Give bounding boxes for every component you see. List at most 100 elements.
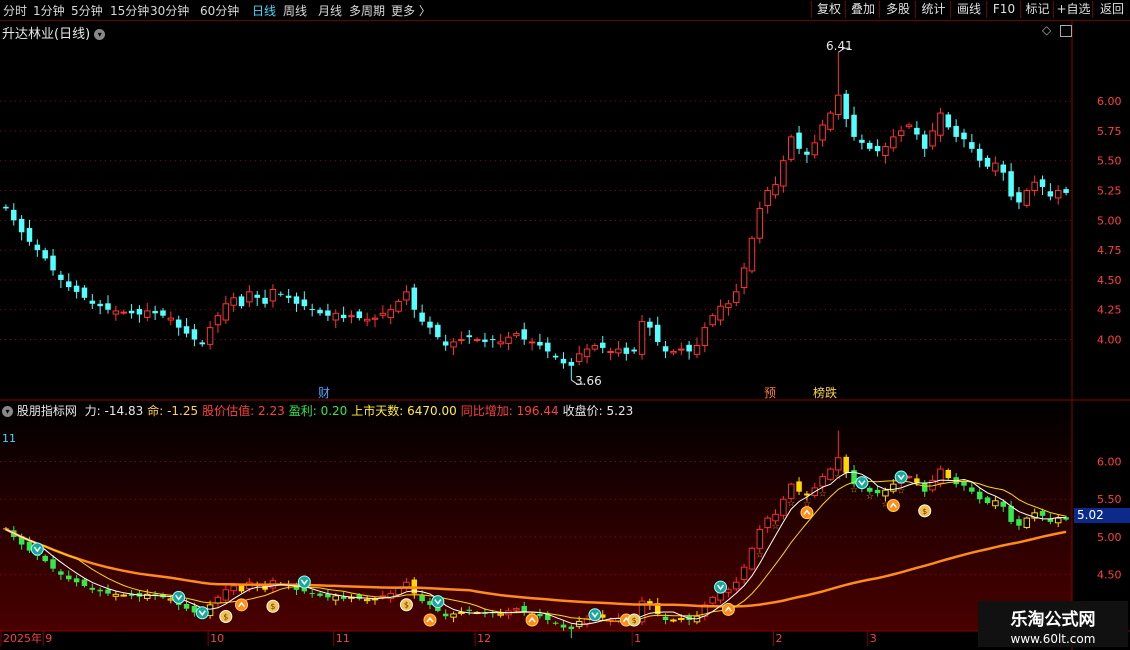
sub-candle-113 — [890, 483, 897, 492]
main-candle-10 — [81, 287, 88, 298]
toolbar-tab-0[interactable]: 分时 — [3, 2, 27, 19]
kline-chart[interactable]: 4.00 4.25 4.50 4.75 5.00 5.25 5.50 5.75 6.00 4.50… — [0, 20, 1130, 650]
main-candle-7 — [58, 274, 64, 280]
main-candle-105 — [827, 112, 834, 130]
main-candle-132 — [1039, 179, 1046, 187]
sub-candle-104 — [819, 476, 826, 487]
main-candle-73 — [575, 353, 583, 362]
main-candle-104 — [819, 124, 826, 141]
main-candle-18 — [144, 310, 151, 318]
buy-signal-icon-0 — [235, 598, 249, 612]
main-candle-72 — [568, 361, 575, 366]
main-candle-48 — [379, 312, 387, 316]
main-candle-6 — [50, 255, 56, 271]
y-tick-sub-2: 5.50 — [1097, 493, 1122, 506]
toolbar-btn-8[interactable]: 返回 — [1092, 1, 1130, 18]
main-candle-109 — [859, 139, 865, 143]
sub-candle-40 — [317, 593, 323, 596]
sub-candle-12 — [97, 589, 103, 592]
panel-toggle-icon[interactable] — [1060, 25, 1072, 37]
toolbar-tab-10[interactable]: 更多 〉 — [391, 2, 431, 19]
main-candle-30 — [238, 296, 245, 307]
main-candle-22 — [175, 319, 182, 328]
main-candle-134 — [1054, 190, 1062, 199]
main-candle-93 — [733, 291, 740, 303]
watermark-url: www.60lt.com — [1010, 632, 1096, 646]
main-candle-12 — [97, 303, 103, 307]
toolbar-tab-9[interactable]: 多周期 — [349, 2, 385, 19]
main-candle-101 — [796, 132, 802, 149]
low-label: 3.66 — [575, 374, 602, 388]
main-candle-98 — [772, 184, 779, 196]
toolbar-btn-0[interactable]: 复权 — [811, 1, 846, 18]
toolbar-tab-7[interactable]: 周线 — [283, 2, 307, 19]
chevron-down-icon[interactable]: ▾ — [2, 406, 13, 417]
diamond-icon[interactable]: ◇ — [1042, 23, 1051, 37]
sub-candle-46 — [363, 599, 371, 602]
main-candle-14 — [112, 310, 120, 315]
main-candle-96 — [756, 207, 764, 239]
toolbar-btn-7[interactable]: +自选 — [1053, 1, 1093, 18]
main-candle-114 — [897, 130, 905, 136]
toolbar-tab-8[interactable]: 月线 — [318, 2, 342, 19]
toolbar-tab-1[interactable]: 1分钟 — [33, 2, 65, 19]
main-candle-26 — [206, 327, 214, 345]
sell-signal-icon-1 — [172, 590, 186, 604]
sub-candle-63 — [497, 613, 504, 616]
star-icon-112: ☆ — [881, 500, 889, 510]
main-candle-20 — [160, 310, 166, 316]
toolbar-tab-6[interactable]: 日线 — [252, 2, 276, 19]
sub-candle-101 — [796, 481, 802, 492]
toolbar-tab-5[interactable]: 60分钟 — [200, 2, 239, 19]
main-candle-135 — [1063, 189, 1069, 193]
star-icon-114: ☆ — [897, 486, 905, 496]
toolbar-btn-3[interactable]: 统计 — [915, 1, 951, 18]
sub-candle-92 — [725, 589, 732, 593]
main-candle-111 — [874, 145, 881, 152]
sub-candle-5 — [42, 555, 48, 562]
main-candle-123 — [969, 142, 975, 149]
x-label-0: 2025年 — [3, 631, 42, 645]
buy-signal-icon-2 — [525, 613, 539, 627]
x-label-4: 12 — [477, 632, 491, 645]
main-candle-50 — [395, 300, 402, 312]
toolbar-tab-4[interactable]: 30分钟 — [150, 2, 189, 19]
x-label-7: 3 — [870, 632, 877, 645]
event-tag-finance[interactable]: 财 — [318, 384, 330, 401]
sell-signal-icon-6 — [714, 580, 728, 594]
main-candle-64 — [505, 336, 512, 344]
sub-candle-65 — [513, 608, 520, 611]
main-candle-11 — [89, 300, 96, 304]
main-candle-128 — [1008, 171, 1014, 197]
toolbar-tab-3[interactable]: 15分钟 — [110, 2, 149, 19]
sub-candle-98 — [772, 513, 779, 522]
sub-candle-50 — [395, 587, 402, 595]
sub-candle-11 — [89, 587, 96, 590]
event-tag-ranking[interactable]: 榜跌 — [813, 384, 837, 401]
sub-candle-127 — [1000, 501, 1006, 507]
indicator-field-4: 上市天数: 6470.00 — [351, 404, 457, 418]
sub-candle-123 — [969, 487, 975, 492]
main-candle-116 — [914, 127, 920, 135]
toolbar-btn-1[interactable]: 叠加 — [845, 1, 880, 18]
sub-candle-97 — [764, 517, 771, 529]
corner-value: 11 — [2, 432, 16, 445]
sub-candle-95 — [748, 547, 756, 570]
y-tick-sub-3: 6.00 — [1097, 456, 1122, 469]
chevron-down-icon[interactable]: ▾ — [94, 29, 106, 40]
sub-candle-90 — [709, 596, 716, 604]
toolbar-tab-2[interactable]: 5分钟 — [71, 2, 103, 19]
main-candle-131 — [1031, 181, 1038, 192]
toolbar-btn-5[interactable]: F10 — [986, 1, 1021, 18]
event-tag-forecast[interactable]: 预 — [764, 384, 776, 401]
toolbar-btn-4[interactable]: 画线 — [950, 1, 987, 18]
main-candle-29 — [230, 297, 237, 306]
main-candle-49 — [387, 309, 394, 319]
main-candle-76 — [600, 342, 606, 348]
y-tick-main-7: 5.75 — [1097, 125, 1122, 138]
toolbar-btn-6[interactable]: 标记 — [1020, 1, 1054, 18]
main-candle-4 — [34, 244, 41, 251]
main-candle-39 — [309, 309, 315, 311]
sub-candle-126 — [992, 500, 999, 507]
toolbar-btn-2[interactable]: 多股 — [879, 1, 916, 18]
